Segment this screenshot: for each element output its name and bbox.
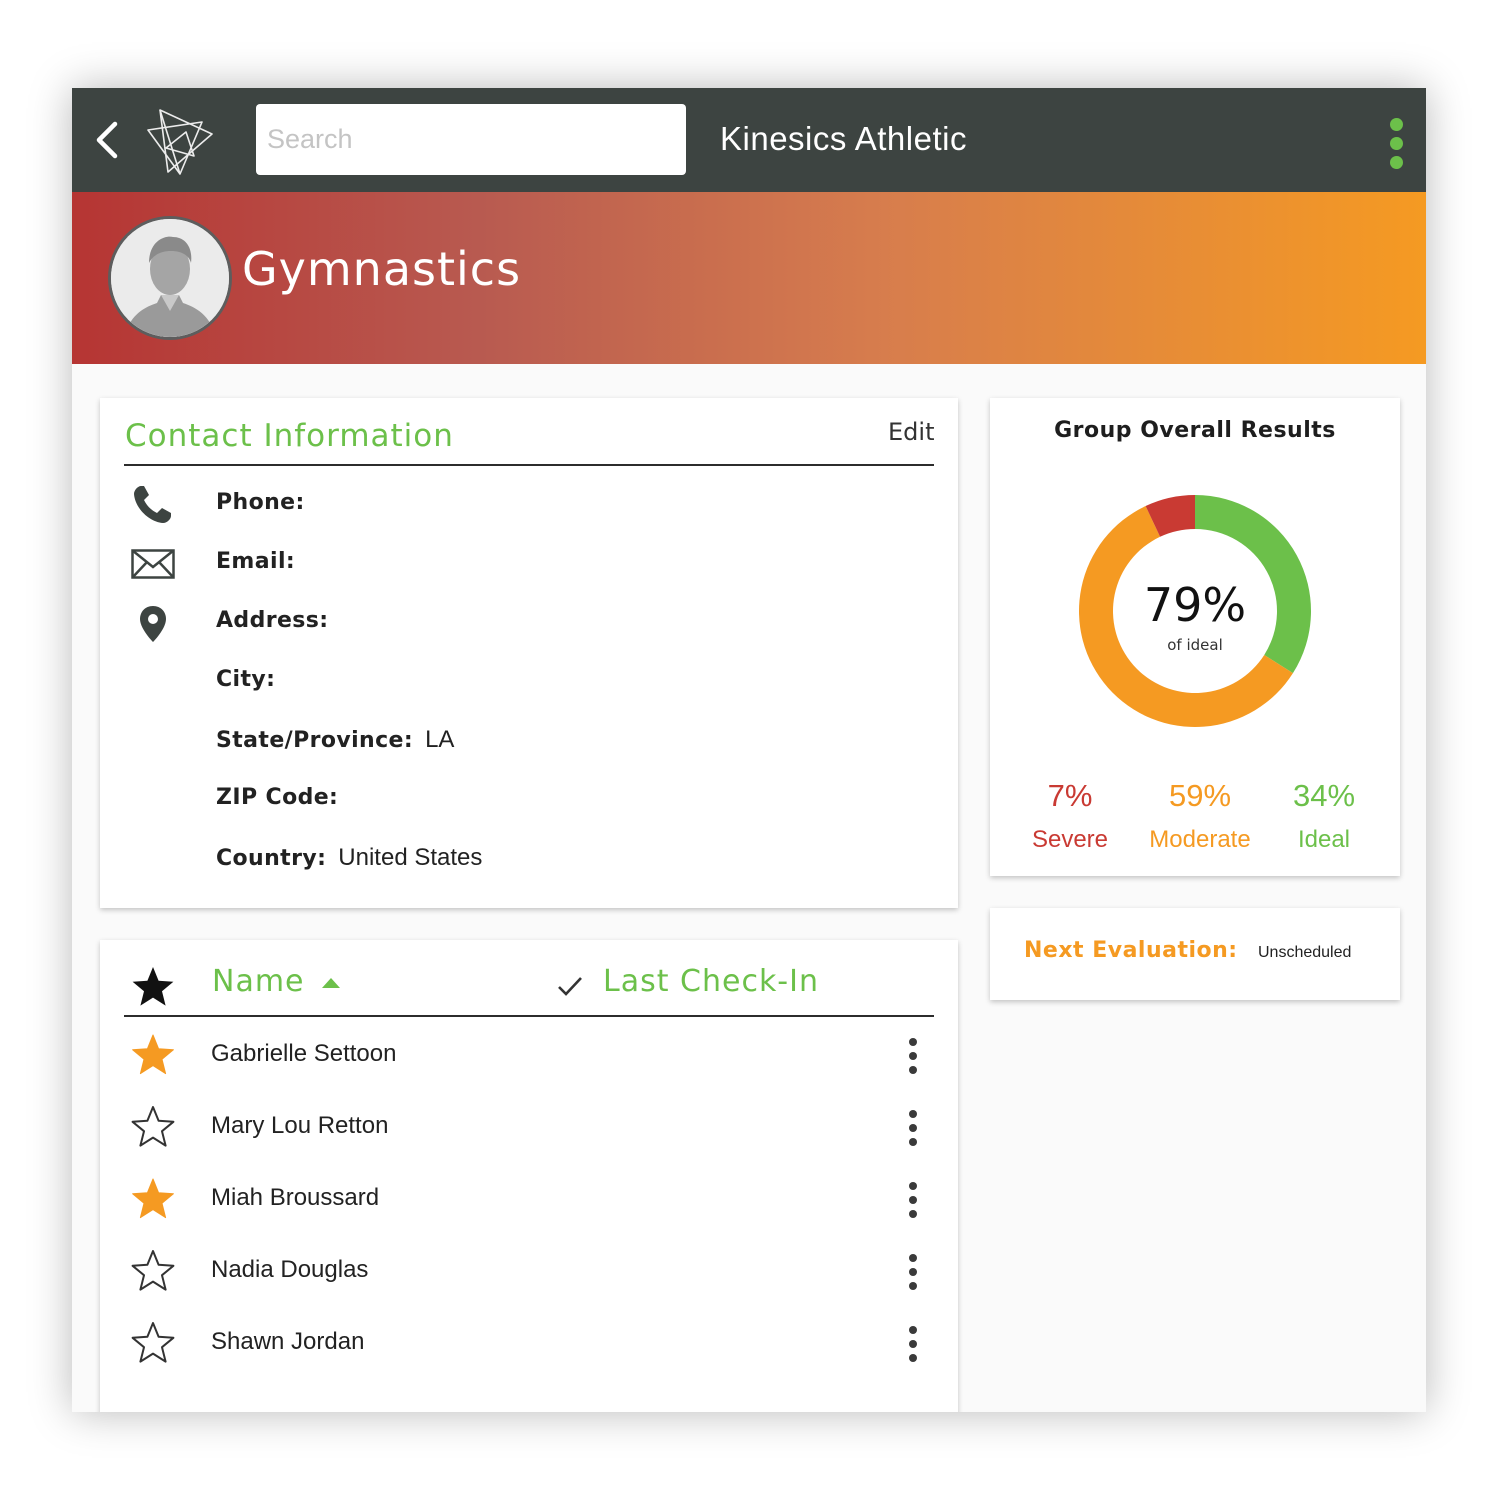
more-dot [909, 1052, 917, 1060]
more-dot [909, 1354, 917, 1362]
stat-moderate-label: Moderate [1149, 826, 1251, 853]
stat-moderate: 59% Moderate [1130, 778, 1270, 854]
user-silhouette-icon [111, 219, 229, 337]
name-column-header[interactable]: Name [212, 964, 305, 999]
athlete-list-card: Name Last Check-In Gabrielle Settoon Mary… [100, 940, 958, 1412]
stat-severe: 7% Severe [1000, 778, 1140, 854]
zip-row: ZIP Code: [216, 785, 350, 810]
stat-ideal-value: 34% [1292, 778, 1356, 813]
next-evaluation-card: Next Evaluation: Unscheduled [990, 908, 1400, 1000]
row-more-icon[interactable] [900, 1034, 926, 1078]
more-dot [909, 1138, 917, 1146]
list-header-divider [124, 1015, 934, 1017]
phone-row: Phone: [216, 490, 317, 515]
table-row[interactable]: Mary Lou Retton [100, 1092, 958, 1164]
donut-center-subtitle: of ideal [1167, 636, 1223, 654]
search-input[interactable] [256, 104, 686, 175]
checkmark-icon [558, 977, 582, 996]
menu-dot [1390, 156, 1403, 169]
next-evaluation-value[interactable]: Unscheduled [1258, 944, 1351, 962]
country-value: United States [338, 844, 483, 871]
stat-severe-label: Severe [1031, 826, 1109, 853]
more-dot [909, 1340, 917, 1348]
table-row[interactable]: Gabrielle Settoon [100, 1020, 958, 1092]
app-title: Kinesics Athletic [720, 120, 967, 157]
table-row[interactable]: Shawn Jordan [100, 1308, 958, 1380]
star-filled-icon[interactable] [130, 1032, 176, 1078]
row-more-icon[interactable] [900, 1250, 926, 1294]
stat-severe-value: 7% [1047, 778, 1093, 813]
menu-dot [1390, 118, 1403, 131]
star-outline-icon[interactable] [130, 1248, 176, 1294]
more-dot [909, 1196, 917, 1204]
row-more-icon[interactable] [900, 1178, 926, 1222]
last-checkin-column-header[interactable]: Last Check-In [603, 964, 819, 999]
logo-icon [147, 109, 213, 175]
email-label: Email: [216, 549, 296, 574]
phone-icon [130, 482, 176, 526]
more-dot [909, 1182, 917, 1190]
zip-label: ZIP Code: [216, 785, 339, 810]
address-label: Address: [216, 608, 329, 633]
overflow-menu-button[interactable] [1376, 112, 1416, 172]
athlete-name: Mary Lou Retton [211, 1112, 389, 1139]
results-title: Group Overall Results [1054, 418, 1336, 443]
edit-button[interactable]: Edit [888, 418, 934, 446]
back-button[interactable] [84, 116, 132, 164]
chevron-left-icon [96, 121, 118, 159]
email-row: Email: [216, 549, 307, 574]
athlete-name: Nadia Douglas [211, 1256, 369, 1283]
group-banner: Gymnastics [72, 192, 1426, 364]
location-pin-icon [130, 602, 176, 646]
star-outline-icon[interactable] [130, 1320, 176, 1366]
contact-heading: Contact Information [125, 418, 454, 454]
city-label: City: [216, 667, 276, 692]
state-label: State/Province: [216, 728, 414, 753]
athlete-name: Shawn Jordan [211, 1328, 365, 1355]
star-outline-icon[interactable] [130, 1104, 176, 1150]
table-row[interactable]: Miah Broussard [100, 1164, 958, 1236]
phone-label: Phone: [216, 490, 305, 515]
stat-ideal: 34% Ideal [1254, 778, 1394, 854]
city-row: City: [216, 667, 287, 692]
more-dot [909, 1326, 917, 1334]
athlete-name: Gabrielle Settoon [211, 1040, 397, 1067]
app-window: Kinesics Athletic Gymnastics Contact Inf… [72, 88, 1426, 1412]
more-dot [909, 1110, 917, 1118]
star-filled-icon[interactable] [130, 1176, 176, 1222]
row-more-icon[interactable] [900, 1322, 926, 1366]
heading-divider [124, 464, 934, 466]
next-evaluation-label: Next Evaluation: [1024, 938, 1238, 963]
email-icon [130, 542, 176, 586]
more-dot [909, 1254, 917, 1262]
contact-information-card: Contact Information Edit Phone: Email: A… [100, 398, 958, 908]
donut-center-percent: 79% [1143, 578, 1247, 632]
top-bar: Kinesics Athletic [72, 88, 1426, 192]
table-row[interactable]: Nadia Douglas [100, 1236, 958, 1308]
more-dot [909, 1210, 917, 1218]
stat-moderate-value: 59% [1168, 778, 1232, 813]
more-dot [909, 1268, 917, 1276]
country-row: Country: United States [216, 844, 482, 872]
state-value: LA [425, 726, 455, 753]
avatar[interactable] [108, 216, 232, 340]
favorite-column-star-icon[interactable] [130, 964, 176, 1010]
address-row: Address: [216, 608, 340, 633]
row-more-icon[interactable] [900, 1106, 926, 1150]
state-row: State/Province: LA [216, 726, 454, 754]
stat-ideal-label: Ideal [1297, 826, 1351, 853]
athlete-name: Miah Broussard [211, 1184, 380, 1211]
country-label: Country: [216, 846, 327, 871]
more-dot [909, 1124, 917, 1132]
group-results-card: Group Overall Results 79% of ideal 7% Se… [990, 398, 1400, 876]
more-dot [909, 1066, 917, 1074]
menu-dot [1390, 137, 1403, 150]
group-title: Gymnastics [242, 242, 522, 296]
more-dot [909, 1282, 917, 1290]
more-dot [909, 1038, 917, 1046]
sort-ascending-icon[interactable] [320, 976, 342, 990]
